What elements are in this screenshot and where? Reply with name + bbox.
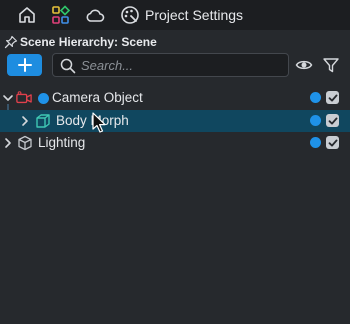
top-bar: Project Settings: [0, 0, 350, 30]
enabled-checkbox[interactable]: [326, 114, 339, 127]
project-settings-button[interactable]: Project Settings: [120, 5, 243, 25]
panel-title: Scene Hierarchy: Scene: [20, 35, 157, 49]
eye-icon[interactable]: [295, 56, 313, 74]
checkmark-icon: [328, 117, 337, 124]
chevron-right-icon[interactable]: [19, 115, 31, 127]
cube-icon: [36, 114, 50, 128]
tree-row-label: Camera Object: [52, 90, 143, 105]
plus-icon: [17, 58, 32, 72]
visibility-dot[interactable]: [310, 137, 321, 148]
home-icon[interactable]: [17, 5, 37, 25]
add-object-button[interactable]: [7, 54, 42, 76]
tree-row-label: Lighting: [38, 135, 86, 150]
chevron-down-icon[interactable]: [2, 92, 14, 104]
project-settings-label: Project Settings: [145, 7, 244, 23]
enabled-checkbox[interactable]: [326, 91, 339, 104]
chevron-right-icon[interactable]: [2, 137, 14, 149]
apps-grid-icon[interactable]: [51, 5, 71, 25]
tree-row-body-morph[interactable]: Body Morph: [0, 110, 350, 132]
visibility-dot[interactable]: [310, 115, 321, 126]
search-input[interactable]: [81, 57, 281, 73]
hierarchy-toolbar: [0, 52, 350, 80]
mouse-cursor-icon: [92, 112, 106, 133]
panel-header: Scene Hierarchy: Scene: [4, 33, 157, 51]
prefab-indicator-dot: [38, 93, 49, 104]
filter-icon[interactable]: [322, 56, 340, 74]
search-icon: [60, 58, 76, 74]
light-cube-icon: [18, 135, 32, 151]
tree-row-camera-object[interactable]: Camera Object: [0, 87, 350, 109]
enabled-checkbox[interactable]: [326, 136, 339, 149]
cloud-icon[interactable]: [85, 5, 105, 25]
pin-icon[interactable]: [4, 35, 18, 49]
visibility-dot[interactable]: [310, 92, 321, 103]
checkmark-icon: [328, 139, 337, 146]
checkmark-icon: [328, 94, 337, 101]
palette-settings-icon: [121, 6, 139, 24]
tree-row-lighting[interactable]: Lighting: [0, 132, 350, 154]
search-box[interactable]: [52, 53, 289, 77]
